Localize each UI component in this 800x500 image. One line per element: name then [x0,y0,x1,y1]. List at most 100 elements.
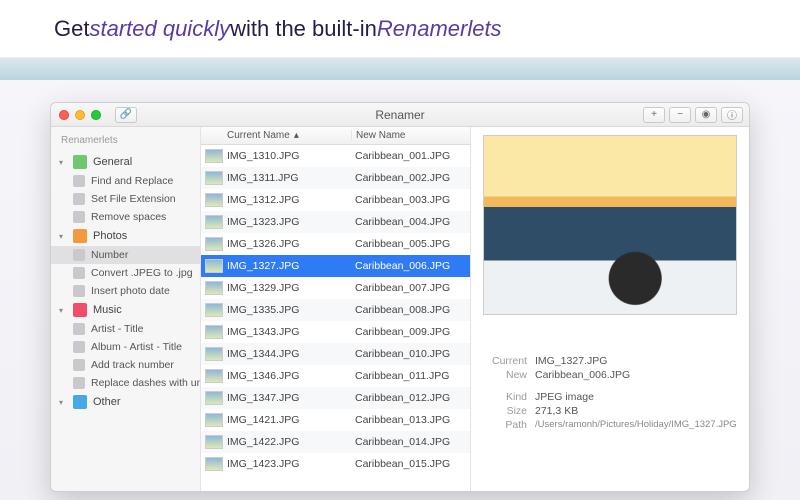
meta-new-value: Caribbean_006.JPG [535,369,630,381]
group-icon [73,155,87,169]
sidebar: Renamerlets ▾ General Find and Replace Set … [51,127,201,491]
preview-image [483,135,737,315]
file-row[interactable]: IMG_1312.JPGCaribbean_003.JPG [201,189,470,211]
sidebar-item[interactable]: Album - Artist - Title [51,338,200,356]
sidebar-item[interactable]: Insert photo date [51,282,200,300]
file-row[interactable]: IMG_1423.JPGCaribbean_015.JPG [201,453,470,475]
meta-size-label: Size [483,405,527,417]
renamerlet-icon [73,211,85,223]
meta-kind-value: JPEG image [535,391,594,403]
column-current-name: Current Name [227,130,290,141]
file-row[interactable]: IMG_1344.JPGCaribbean_010.JPG [201,343,470,365]
sidebar-item-label: Convert .JPEG to .jpg [91,267,193,279]
file-row[interactable]: IMG_1326.JPGCaribbean_005.JPG [201,233,470,255]
file-current-name: IMG_1347.JPG [227,392,351,404]
column-new-name: New Name [351,130,470,141]
file-thumbnail [205,171,223,185]
window-title: Renamer [51,108,749,122]
sidebar-group-music[interactable]: ▾Music [51,300,200,320]
file-thumbnail [205,303,223,317]
file-current-name: IMG_1343.JPG [227,326,351,338]
file-thumbnail [205,281,223,295]
file-row[interactable]: IMG_1329.JPGCaribbean_007.JPG [201,277,470,299]
banner-text-3: with the built-in [230,16,377,42]
group-icon [73,229,87,243]
file-current-name: IMG_1312.JPG [227,194,351,206]
file-thumbnail [205,457,223,471]
file-new-name: Caribbean_007.JPG [351,282,470,294]
file-thumbnail [205,149,223,163]
meta-size-value: 271,3 KB [535,405,578,417]
sidebar-item[interactable]: Find and Replace [51,172,200,190]
sidebar-item-label: Number [91,249,128,261]
file-new-name: Caribbean_009.JPG [351,326,470,338]
sidebar-item-label: Insert photo date [91,285,170,297]
meta-current-value: IMG_1327.JPG [535,355,607,367]
sidebar-item-label: Set File Extension [91,193,176,205]
file-thumbnail [205,325,223,339]
app-window: 🔗 Renamer + − ◉ ⓘ Renamerlets ▾ General Fi… [50,102,750,492]
file-row[interactable]: IMG_1323.JPGCaribbean_004.JPG [201,211,470,233]
file-row[interactable]: IMG_1310.JPGCaribbean_001.JPG [201,145,470,167]
sidebar-group-label: Photos [93,230,127,242]
file-thumbnail [205,413,223,427]
sidebar-item[interactable]: Convert .JPEG to .jpg [51,264,200,282]
sidebar-item-label: Artist - Title [91,323,144,335]
file-thumbnail [205,347,223,361]
group-icon [73,395,87,409]
sidebar-group-other[interactable]: ▾Other [51,392,200,412]
file-current-name: IMG_1310.JPG [227,150,351,162]
file-row[interactable]: IMG_1335.JPGCaribbean_008.JPG [201,299,470,321]
file-row[interactable]: IMG_1346.JPGCaribbean_011.JPG [201,365,470,387]
renamerlet-icon [73,193,85,205]
file-new-name: Caribbean_001.JPG [351,150,470,162]
file-metadata: CurrentIMG_1327.JPG NewCaribbean_006.JPG… [483,355,737,433]
file-row[interactable]: IMG_1343.JPGCaribbean_009.JPG [201,321,470,343]
sidebar-item[interactable]: Artist - Title [51,320,200,338]
file-row[interactable]: IMG_1421.JPGCaribbean_013.JPG [201,409,470,431]
sort-asc-icon: ▴ [294,130,299,141]
sidebar-item[interactable]: Number [51,246,200,264]
file-new-name: Caribbean_014.JPG [351,436,470,448]
sidebar-group-general[interactable]: ▾ General [51,152,200,172]
sidebar-item[interactable]: Remove spaces [51,208,200,226]
file-current-name: IMG_1422.JPG [227,436,351,448]
sidebar-item[interactable]: Set File Extension [51,190,200,208]
banner-text-1: Get [54,16,89,42]
sidebar-group-photos[interactable]: ▾Photos [51,226,200,246]
file-row[interactable]: IMG_1422.JPGCaribbean_014.JPG [201,431,470,453]
file-list: Current Name ▴ New Name IMG_1310.JPGCari… [201,127,471,491]
titlebar: 🔗 Renamer + − ◉ ⓘ [51,103,749,127]
renamerlet-icon [73,175,85,187]
meta-new-label: New [483,369,527,381]
file-thumbnail [205,259,223,273]
meta-path-label: Path [483,419,527,431]
meta-path-value: /Users/ramonh/Pictures/Holiday/IMG_1327.… [535,419,737,431]
sidebar-heading: Renamerlets [51,133,200,152]
file-current-name: IMG_1323.JPG [227,216,351,228]
file-current-name: IMG_1421.JPG [227,414,351,426]
file-row[interactable]: IMG_1311.JPGCaribbean_002.JPG [201,167,470,189]
list-header[interactable]: Current Name ▴ New Name [201,127,470,145]
file-new-name: Caribbean_012.JPG [351,392,470,404]
file-new-name: Caribbean_010.JPG [351,348,470,360]
file-current-name: IMG_1311.JPG [227,172,351,184]
sidebar-item-label: Add track number [91,359,174,371]
file-row[interactable]: IMG_1347.JPGCaribbean_012.JPG [201,387,470,409]
sidebar-item[interactable]: Add track number [51,356,200,374]
sidebar-item[interactable]: Replace dashes with unde… [51,374,200,392]
file-thumbnail [205,193,223,207]
file-new-name: Caribbean_015.JPG [351,458,470,470]
file-new-name: Caribbean_003.JPG [351,194,470,206]
file-current-name: IMG_1326.JPG [227,238,351,250]
file-current-name: IMG_1327.JPG [227,260,351,272]
file-new-name: Caribbean_008.JPG [351,304,470,316]
file-row[interactable]: IMG_1327.JPGCaribbean_006.JPG [201,255,470,277]
file-current-name: IMG_1335.JPG [227,304,351,316]
disclosure-icon: ▾ [59,306,67,315]
disclosure-icon: ▾ [59,158,67,167]
banner-text-2: started quickly [89,16,230,42]
group-icon [73,303,87,317]
file-new-name: Caribbean_006.JPG [351,260,470,272]
sidebar-group-label: General [93,156,132,168]
